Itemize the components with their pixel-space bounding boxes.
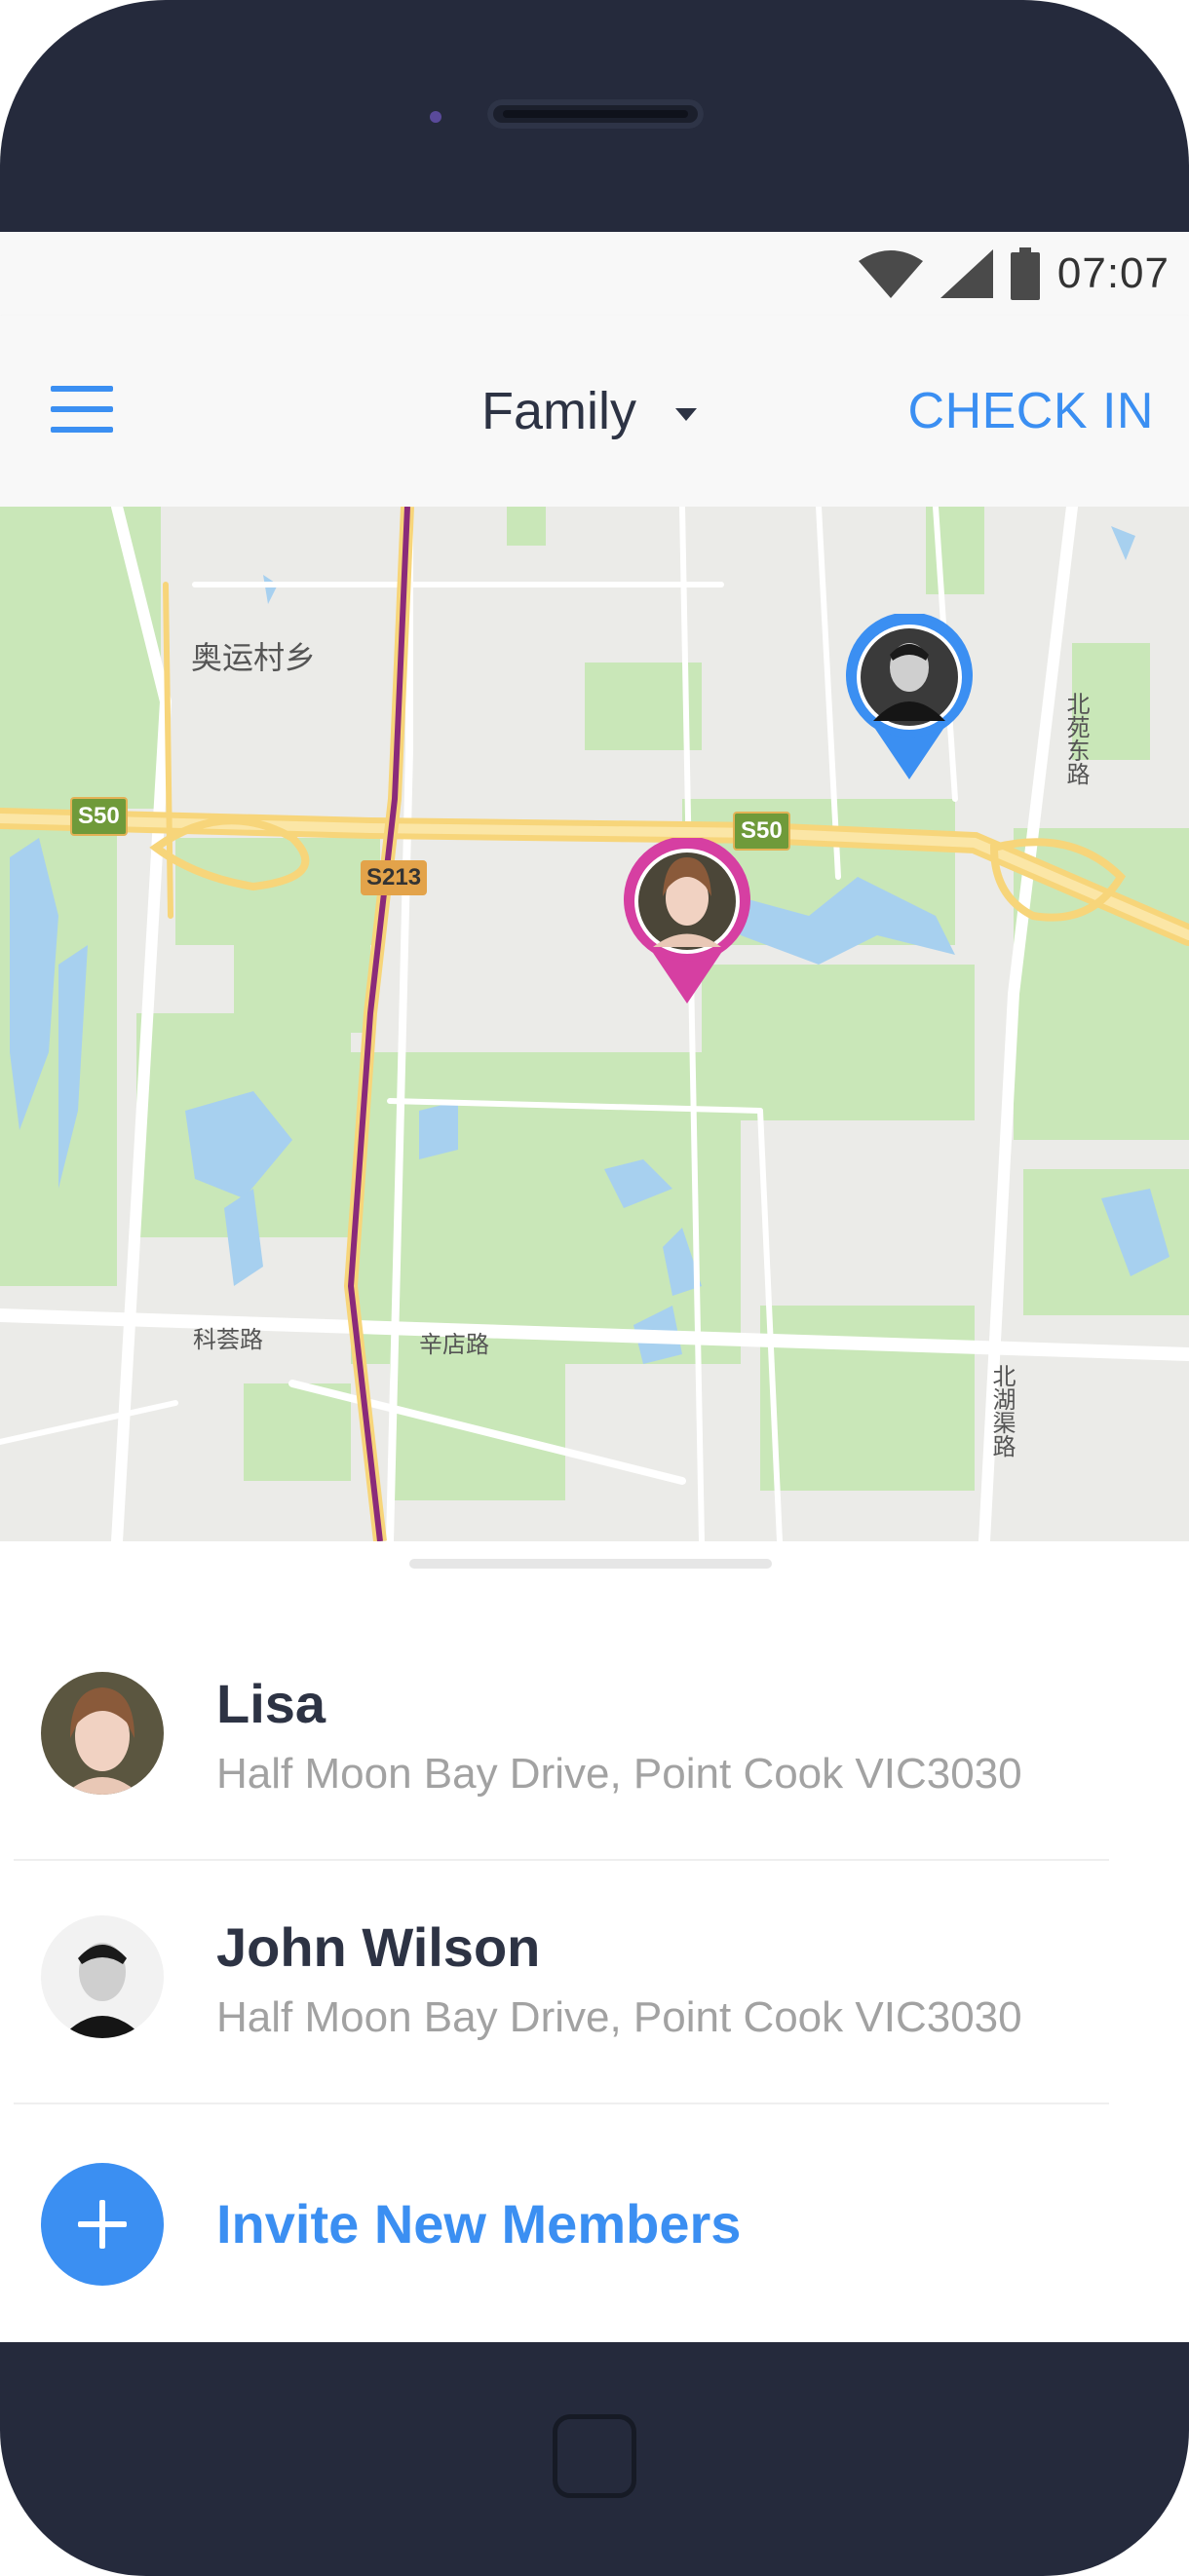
hamburger-menu-icon[interactable] — [51, 386, 113, 433]
map-view[interactable]: 奥运村乡 科荟路 辛店路 北苑东路 北湖渠路 S50 S213 S50 — [0, 507, 1189, 1541]
map-label-aoyuncun: 奥运村乡 — [191, 640, 317, 675]
road-shield-s50-west: S50 — [70, 797, 128, 836]
map-label-xindian-road: 辛店路 — [419, 1332, 489, 1358]
member-address: Half Moon Bay Drive, Point Cook VIC3030 — [216, 1993, 1022, 2041]
avatar-lisa — [41, 1672, 164, 1795]
group-selector[interactable]: Family — [481, 374, 697, 448]
member-address: Half Moon Bay Drive, Point Cook VIC3030 — [216, 1750, 1022, 1798]
member-row-john-wilson[interactable] — [0, 1785, 1189, 2028]
invite-label[interactable]: Invite New Members — [216, 2192, 741, 2255]
map-pin-john-wilson[interactable] — [846, 614, 973, 779]
list-divider — [14, 1859, 1109, 1861]
road-shield-s213: S213 — [361, 860, 428, 895]
check-in-button[interactable]: CHECK IN — [908, 374, 1154, 448]
member-row-lisa[interactable] — [0, 1541, 1189, 1785]
member-name: John Wilson — [216, 1916, 541, 1978]
app-bar: Family CHECK IN — [0, 316, 1189, 507]
avatar-john-wilson — [41, 1915, 164, 2038]
avatar-marker-icon — [846, 614, 973, 779]
signal-icon — [940, 249, 993, 298]
status-time: 07:07 — [1056, 249, 1170, 297]
battery-icon — [1010, 247, 1040, 300]
plus-icon[interactable] — [41, 2163, 164, 2286]
earpiece-speaker — [487, 99, 704, 129]
front-camera — [430, 111, 441, 123]
phone-bezel: 07:07 Family CHECK IN 奥运村乡 科荟路 辛店路 北苑东路 … — [0, 0, 1189, 2576]
group-label: Family — [481, 382, 636, 440]
member-name: Lisa — [216, 1673, 326, 1734]
avatar-marker-icon — [624, 838, 750, 1004]
map-label-beiyuan-east-road: 北苑东路 — [1062, 692, 1089, 785]
list-divider — [14, 2102, 1109, 2104]
wifi-icon — [858, 250, 923, 298]
dropdown-caret-icon — [675, 407, 697, 421]
map-label-kehui-road: 科荟路 — [193, 1327, 263, 1353]
map-pin-lisa[interactable] — [624, 838, 750, 1004]
map-label-beihuqu-road: 北湖渠路 — [988, 1364, 1015, 1458]
status-bar: 07:07 — [0, 232, 1189, 316]
home-button[interactable] — [553, 2414, 636, 2498]
